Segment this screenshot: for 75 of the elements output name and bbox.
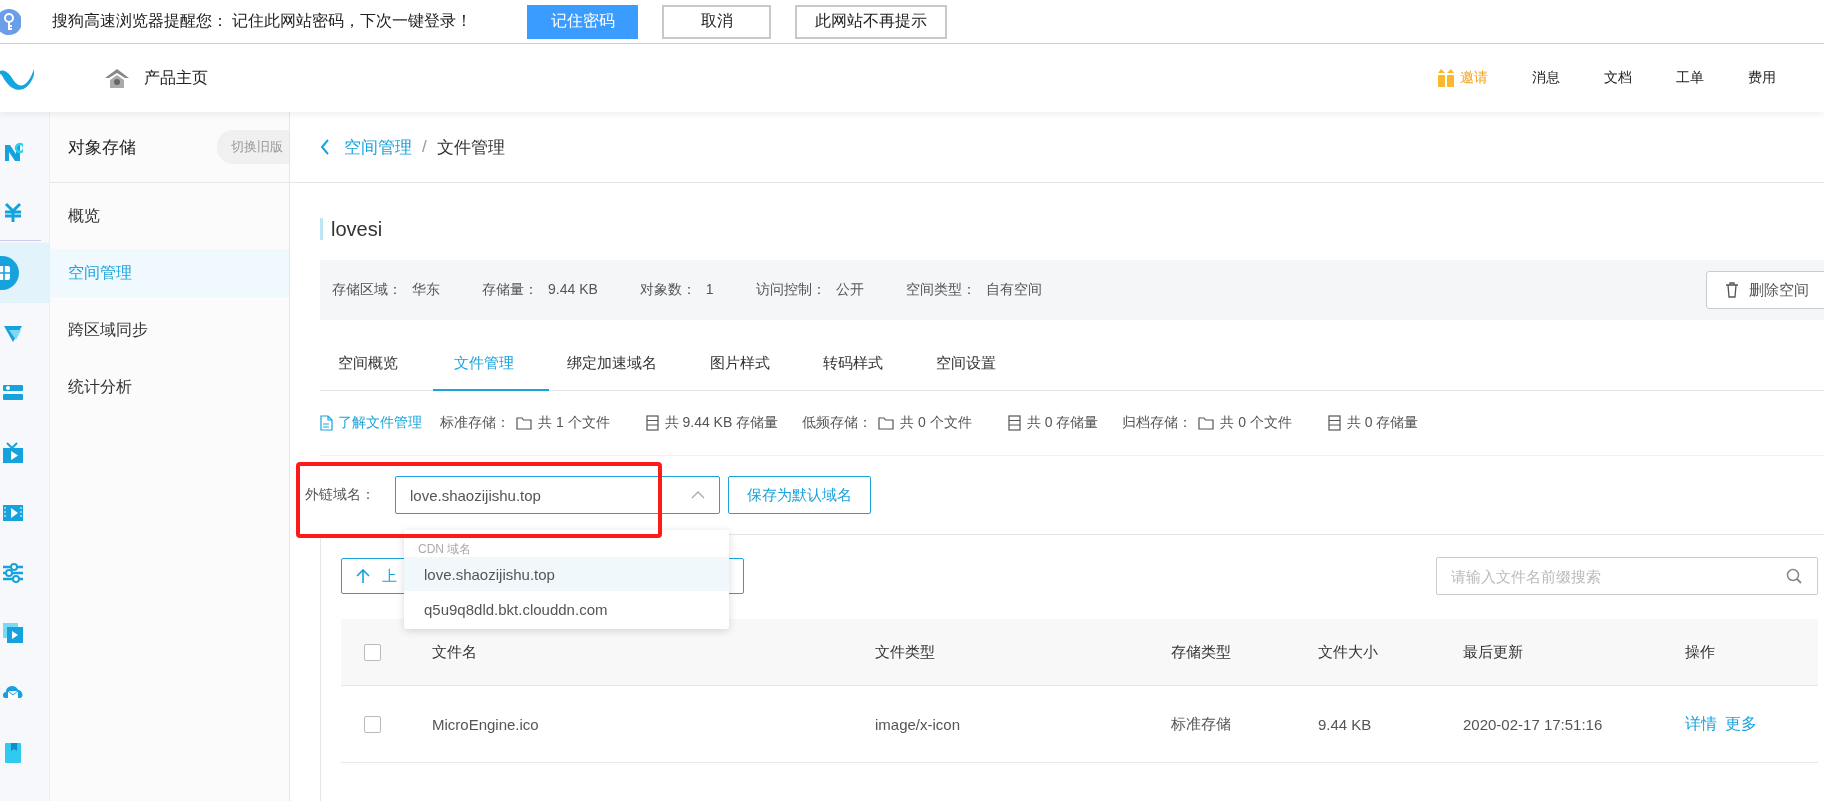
sidebar-item[interactable]: 统计分析 bbox=[50, 363, 289, 411]
nav-link[interactable]: 文档 bbox=[1604, 69, 1632, 87]
gift-icon bbox=[1438, 69, 1454, 87]
column-header: 文件类型 bbox=[875, 642, 935, 662]
dropdown-option[interactable]: love.shaozijishu.top bbox=[404, 557, 729, 591]
storage-size: 共 0 存储量 bbox=[1346, 414, 1419, 432]
breadcrumb-separator: / bbox=[422, 137, 427, 157]
sidebar-item[interactable]: 跨区域同步 bbox=[50, 306, 289, 354]
folder-icon bbox=[516, 415, 532, 431]
storage-size: 共 0 存储量 bbox=[1026, 414, 1099, 432]
n-letter-icon bbox=[3, 141, 23, 163]
option-group-label: CDN 域名 bbox=[417, 541, 473, 556]
nav-link[interactable]: 工单 bbox=[1676, 69, 1704, 87]
tab[interactable]: 空间设置 bbox=[918, 338, 1031, 391]
bucket-info-item: 存储区域： 华东 bbox=[332, 281, 440, 299]
column-header: 文件名 bbox=[432, 642, 477, 662]
checkbox[interactable] bbox=[364, 715, 381, 733]
table-cell: 9.44 KB bbox=[1318, 715, 1372, 733]
table-cell: 标准存储 bbox=[1171, 714, 1231, 734]
password-prompt-message: 搜狗高速浏览器提醒您： 记住此网站密码，下次一键登录！ bbox=[52, 11, 473, 31]
column-header: 存储类型 bbox=[1171, 642, 1231, 662]
bucket-info-item: 对象数： 1 bbox=[639, 281, 714, 299]
nav-link[interactable]: 费用 bbox=[1748, 69, 1776, 87]
folder-icon bbox=[1198, 415, 1215, 431]
home-link[interactable]: 产品主页 bbox=[105, 67, 208, 89]
file-count: 共 1 个文件 bbox=[538, 414, 610, 432]
caret-up-icon bbox=[691, 490, 705, 500]
storage-icon bbox=[1327, 415, 1341, 431]
sidebar-title: 对象存储 bbox=[68, 136, 136, 159]
tab[interactable]: 空间概览 bbox=[320, 338, 433, 391]
breadcrumb-current: 文件管理 bbox=[436, 136, 505, 159]
search-field[interactable]: 请输入文件名前缀搜索 bbox=[1436, 557, 1818, 595]
table-cell: MicroEngine.ico bbox=[432, 715, 539, 733]
sliders-icon bbox=[3, 562, 23, 584]
film-play-icon bbox=[3, 502, 23, 524]
storage-size: 共 9.44 KB 存储量 bbox=[664, 414, 779, 432]
folder-icon bbox=[878, 415, 895, 431]
storage-class-label: 标准存储： bbox=[440, 414, 510, 432]
column-header: 文件大小 bbox=[1318, 642, 1378, 662]
storage-icon bbox=[645, 415, 659, 431]
sidebar-item[interactable]: 概览 bbox=[50, 192, 289, 240]
tab[interactable]: 转码样式 bbox=[805, 338, 918, 391]
file-count: 共 0 个文件 bbox=[900, 414, 972, 432]
play-stack-icon bbox=[3, 622, 23, 644]
bucket-info-item: 空间类型： 自有空间 bbox=[905, 281, 1042, 299]
bucket-info-item: 存储量： 9.44 KB bbox=[482, 281, 598, 299]
prompt-button[interactable]: 取消 bbox=[662, 4, 772, 39]
file-count: 共 0 个文件 bbox=[1220, 414, 1292, 432]
tab[interactable]: 绑定加速域名 bbox=[549, 338, 692, 391]
dropdown-option[interactable]: q5u9q8dld.bkt.clouddn.com bbox=[404, 592, 729, 626]
column-header: 最后更新 bbox=[1463, 642, 1523, 662]
tv-play-icon bbox=[3, 442, 23, 464]
prompt-button[interactable]: 此网站不再提示 bbox=[795, 4, 948, 39]
checkbox[interactable] bbox=[364, 643, 381, 661]
bucket-info-item: 访问控制： 公开 bbox=[755, 281, 864, 299]
bucket-name: lovesi bbox=[320, 218, 1824, 240]
tab[interactable]: 图片样式 bbox=[692, 338, 805, 391]
storage-class-label: 低频存储： bbox=[802, 414, 873, 432]
table-cell: image/x-icon bbox=[875, 715, 961, 733]
storage-class-label: 归档存储： bbox=[1122, 414, 1193, 432]
document-icon bbox=[320, 415, 333, 431]
arrow-up-icon bbox=[356, 568, 370, 584]
back-chevron-icon bbox=[320, 139, 330, 155]
yen-icon bbox=[3, 201, 23, 223]
bookmark-icon bbox=[3, 742, 23, 764]
trash-icon bbox=[1725, 282, 1739, 298]
nav-link[interactable]: 消息 bbox=[1532, 69, 1560, 87]
home-icon bbox=[105, 68, 129, 88]
domain-label: 外链域名： bbox=[305, 486, 376, 504]
table-cell: 2020-02-17 17:51:16 bbox=[1463, 715, 1603, 733]
domain-select[interactable]: love.shaozijishu.top bbox=[395, 476, 720, 514]
column-header: 操作 bbox=[1685, 642, 1715, 662]
search-icon bbox=[1786, 568, 1802, 584]
storage-icon bbox=[1007, 415, 1021, 431]
delete-bucket-button[interactable]: 删除空间 bbox=[1706, 271, 1824, 309]
